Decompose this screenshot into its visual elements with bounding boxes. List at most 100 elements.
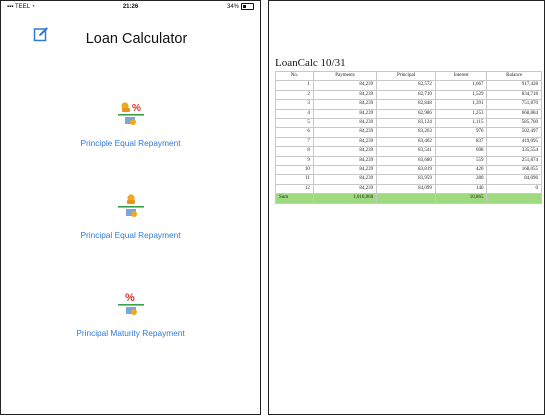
- table-cell: 84,239: [312, 165, 378, 176]
- percent-coins-icon: %: [117, 292, 144, 315]
- table-cell: 84,096: [486, 174, 542, 185]
- table-row: 7 84,239 83,402 837 419,095: [275, 136, 542, 148]
- table-row: 11 84,239 83,959 280 84,096: [275, 174, 542, 185]
- table-header-row: No. Payments Principal Interest Balance: [275, 70, 542, 82]
- battery-status: 34%: [227, 3, 254, 10]
- option-label[interactable]: Principal Equal Repayment: [1, 230, 260, 240]
- column-header: Interest: [434, 70, 488, 82]
- table-cell: 83,402: [376, 136, 436, 148]
- table-cell: 419,095: [486, 136, 542, 148]
- table-cell: 84,239: [312, 108, 378, 120]
- table-row: 8 84,239 83,541 698 335,554: [275, 146, 542, 157]
- table-cell: 585,760: [486, 118, 542, 129]
- table-cell: 84,239: [312, 155, 378, 167]
- navigation-bar: Loan Calculator: [1, 13, 260, 47]
- table-cell: 84,239: [312, 174, 378, 185]
- table-cell: 168,055: [486, 165, 542, 176]
- battery-percent: 34%: [226, 3, 239, 10]
- sum-cell: 1,010,868: [312, 193, 378, 204]
- loan-calculator-screen: ▪▪▪ TEEL ◔ 21:26 34% Loan Calculator % P…: [0, 0, 261, 415]
- sum-cell: 10,865: [434, 193, 488, 204]
- table-cell: 751,870: [486, 99, 542, 110]
- table-cell: 82,572: [376, 80, 436, 91]
- sum-cell: [486, 193, 542, 204]
- schedule-title: LoanCalc 10/31: [275, 57, 346, 69]
- table-cell: 83,959: [376, 174, 436, 185]
- table-cell: 10: [275, 165, 314, 176]
- table-cell: 84,239: [312, 127, 378, 138]
- table-cell: 251,874: [486, 155, 542, 167]
- option-principal-maturity-repayment[interactable]: % Principal Maturity Repayment: [1, 291, 260, 338]
- option-label[interactable]: Principle Equal Repayment: [1, 138, 260, 148]
- table-cell: 559: [434, 155, 488, 167]
- option-principle-equal-repayment[interactable]: % Principle Equal Repayment: [1, 101, 260, 148]
- table-cell: 7: [275, 136, 314, 148]
- table-body: 1 84,239 82,572 1,667 917,428 2 84,239 82,710 1,…: [275, 80, 542, 204]
- repayment-table: No. Payments Principal Interest Balance …: [275, 70, 542, 204]
- coins-percent-icon: %: [117, 102, 144, 125]
- table-cell: 1,115: [434, 118, 488, 129]
- table-row: 1 84,239 82,572 1,667 917,428: [275, 80, 542, 91]
- table-cell: 11: [275, 174, 314, 185]
- table-cell: 668,884: [486, 108, 542, 120]
- table-cell: 84,239: [312, 80, 378, 91]
- table-cell: 12: [275, 183, 314, 195]
- table-cell: 84,099: [376, 183, 436, 195]
- table-row: 10 84,239 83,819 420 168,055: [275, 165, 542, 176]
- table-cell: 698: [434, 146, 488, 157]
- table-row: 9 84,239 83,680 559 251,874: [275, 155, 542, 167]
- table-cell: 8: [275, 146, 314, 157]
- table-row: 4 84,239 82,986 1,253 668,884: [275, 108, 542, 120]
- sum-cell: Sum: [275, 193, 314, 204]
- table-cell: 140: [434, 183, 488, 195]
- table-cell: 0: [486, 183, 542, 195]
- column-header: Payments: [312, 70, 378, 82]
- table-cell: 82,986: [376, 108, 436, 120]
- option-principal-equal-repayment[interactable]: Principal Equal Repayment: [1, 193, 260, 240]
- loan-schedule-screen: LoanCalc 10/31 No. Payments Principal In…: [268, 0, 545, 415]
- table-cell: 1,529: [434, 89, 488, 101]
- table-cell: 84,239: [312, 89, 378, 101]
- battery-icon: [241, 3, 254, 10]
- table-cell: 1,667: [434, 80, 488, 91]
- table-cell: 420: [434, 165, 488, 176]
- table-cell: 83,680: [376, 155, 436, 167]
- table-cell: 83,124: [376, 118, 436, 129]
- page-title: Loan Calculator: [85, 31, 188, 47]
- table-cell: 1: [275, 80, 314, 91]
- table-cell: 1,391: [434, 99, 488, 110]
- sum-cell: [376, 193, 436, 204]
- table-cell: 502,497: [486, 127, 542, 138]
- status-time: 21:26: [122, 4, 139, 10]
- table-cell: 84,239: [312, 146, 378, 157]
- table-row: 5 84,239 83,124 1,115 585,760: [275, 118, 542, 129]
- svg-text:%: %: [132, 103, 141, 114]
- table-cell: 82,848: [376, 99, 436, 110]
- table-cell: 84,239: [312, 118, 378, 129]
- table-cell: 9: [275, 155, 314, 167]
- table-cell: 84,239: [312, 99, 378, 110]
- table-cell: 82,710: [376, 89, 436, 101]
- table-cell: 84,239: [312, 136, 378, 148]
- table-cell: 3: [275, 99, 314, 110]
- coins-icon: [117, 194, 144, 217]
- column-header: No.: [275, 70, 314, 82]
- table-cell: 83,263: [376, 127, 436, 138]
- svg-text:%: %: [125, 292, 135, 304]
- table-row: 3 84,239 82,848 1,391 751,870: [275, 99, 542, 110]
- table-cell: 5: [275, 118, 314, 129]
- table-cell: 976: [434, 127, 488, 138]
- loan-schedule-document: LoanCalc 10/31 No. Payments Principal In…: [275, 57, 542, 204]
- table-cell: 1,253: [434, 108, 488, 120]
- option-label[interactable]: Principal Maturity Repayment: [1, 328, 260, 338]
- table-row: 6 84,239 83,263 976 502,497: [275, 127, 542, 138]
- status-bar: ▪▪▪ TEEL ◔ 21:26 34%: [1, 1, 260, 13]
- table-row: 12 84,239 84,099 140 0: [275, 183, 542, 195]
- column-header: Principal: [376, 70, 436, 82]
- table-cell: 83,541: [376, 146, 436, 157]
- table-cell: 335,554: [486, 146, 542, 157]
- column-header: Balance: [486, 70, 542, 82]
- table-cell: 2: [275, 89, 314, 101]
- sum-row: Sum 1,010,868 10,865: [275, 193, 542, 204]
- table-cell: 834,718: [486, 89, 542, 101]
